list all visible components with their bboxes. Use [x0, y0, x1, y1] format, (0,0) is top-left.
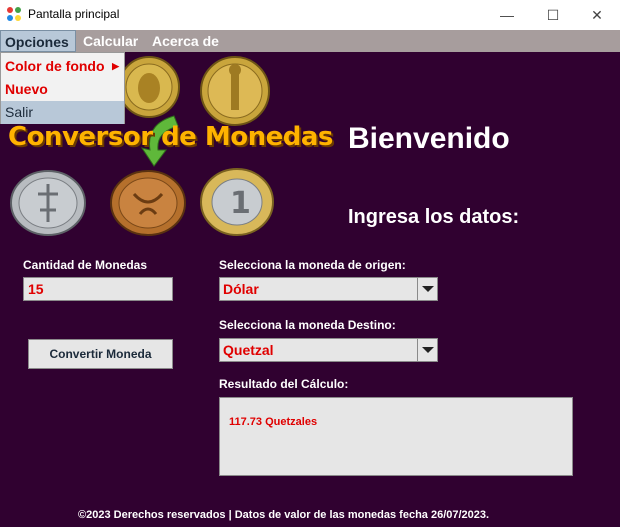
result-value: 117.73 Quetzales — [229, 416, 318, 428]
close-button[interactable]: ✕ — [574, 0, 620, 30]
result-label: Resultado del Cálculo: — [219, 377, 349, 391]
opciones-dropdown: Color de fondo ▶ Nuevo Salir — [0, 52, 125, 124]
footer-text: ©2023 Derechos reservados | Datos de val… — [78, 509, 490, 521]
convert-button[interactable]: Convertir Moneda — [28, 339, 173, 369]
maximize-button[interactable]: ☐ — [530, 0, 576, 30]
minimize-button[interactable]: — — [484, 0, 530, 30]
menu-bar: Opciones Calcular Acerca de — [0, 30, 620, 52]
destination-label: Selecciona la moneda Destino: — [219, 318, 396, 332]
menu-item-salir[interactable]: Salir — [1, 101, 124, 124]
result-textarea[interactable]: 117.73 Quetzales — [219, 397, 573, 476]
coin-pound-icon — [118, 56, 180, 118]
chevron-down-icon[interactable] — [417, 278, 437, 300]
submenu-arrow-icon: ▶ — [112, 61, 119, 71]
origin-label: Selecciona la moneda de origen: — [219, 258, 406, 272]
destination-select[interactable]: Quetzal — [219, 338, 438, 362]
svg-text:1: 1 — [230, 186, 251, 221]
coin-dollar-icon — [200, 56, 270, 126]
coin-copper-icon — [110, 170, 186, 236]
chevron-down-icon[interactable] — [417, 339, 437, 361]
amount-input[interactable]: 15 — [23, 277, 173, 301]
menu-item-nuevo[interactable]: Nuevo — [1, 78, 124, 101]
app-icon — [6, 6, 22, 22]
menu-item-color-de-fondo[interactable]: Color de fondo ▶ — [1, 55, 124, 78]
menu-acerca-de[interactable]: Acerca de — [148, 30, 223, 52]
window-title: Pantalla principal — [28, 7, 120, 21]
origin-select[interactable]: Dólar — [219, 277, 438, 301]
menu-opciones[interactable]: Opciones — [0, 30, 76, 52]
coin-yen-icon — [10, 170, 86, 236]
destination-value: Quetzal — [223, 342, 274, 358]
amount-label: Cantidad de Monedas — [23, 258, 148, 272]
data-prompt-heading: Ingresa los datos: — [348, 206, 520, 228]
brand-title: Conversor de Monedas — [8, 122, 333, 152]
title-bar: Pantalla principal — ☐ ✕ — [0, 0, 620, 30]
menu-calcular[interactable]: Calcular — [79, 30, 142, 52]
coin-euro-icon: 1 — [200, 168, 274, 236]
origin-value: Dólar — [223, 281, 259, 297]
menu-item-label: Color de fondo — [5, 58, 105, 74]
welcome-heading: Bienvenido — [348, 122, 510, 155]
